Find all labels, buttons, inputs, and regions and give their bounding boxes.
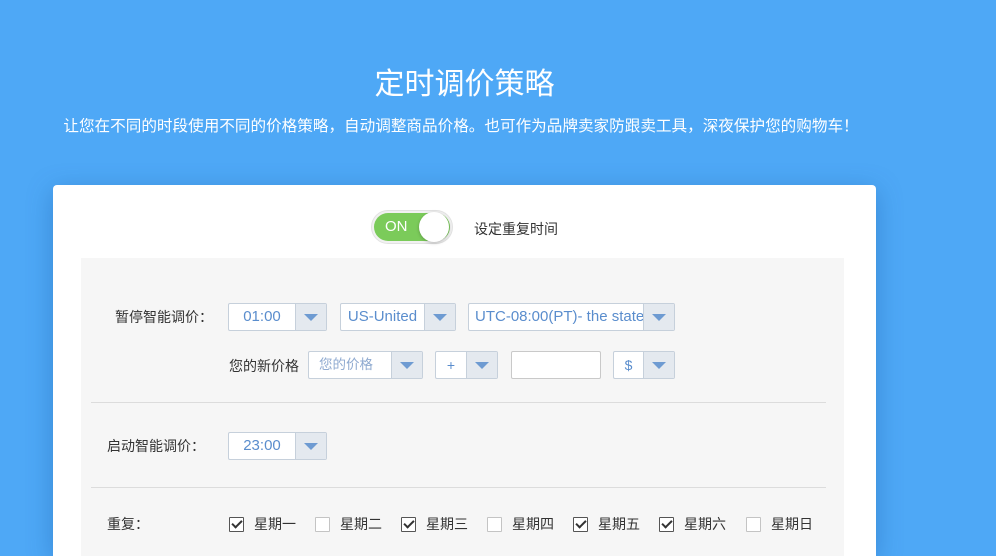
chevron-down-icon: [643, 304, 674, 330]
chevron-down-icon: [391, 352, 422, 378]
checkbox[interactable]: [573, 516, 588, 532]
repeat-label: 重复：: [107, 516, 149, 532]
repeat-day-wednesday[interactable]: 星期三: [401, 514, 468, 534]
settings-card: ON 设定重复时间 暂停智能调价： 01:00 US-United UTC-08…: [53, 185, 876, 556]
schedule-panel: 暂停智能调价： 01:00 US-United UTC-08:00(PT)- t…: [81, 258, 844, 556]
divider: [91, 487, 826, 488]
repeat-day-saturday[interactable]: 星期六: [659, 514, 726, 534]
chevron-down-icon: [295, 433, 326, 459]
operator-select[interactable]: +: [435, 351, 498, 379]
checkmark-icon: [661, 516, 673, 529]
chevron-down-icon: [424, 304, 455, 330]
day-label: 星期六: [684, 516, 726, 532]
page-title: 定时调价策略: [374, 68, 555, 101]
checkbox[interactable]: [315, 516, 330, 532]
repeat-time-label: 设定重复时间: [474, 221, 558, 237]
pause-time-select[interactable]: 01:00: [228, 303, 327, 331]
country-value: US-United: [347, 308, 418, 325]
currency-value: $: [624, 357, 633, 373]
checkbox[interactable]: [487, 516, 502, 532]
toggle-knob: [419, 212, 449, 242]
start-time-value: 23:00: [243, 437, 281, 454]
divider: [91, 402, 826, 403]
pause-time-value: 01:00: [243, 308, 281, 325]
repeat-day-thursday[interactable]: 星期四: [487, 514, 554, 534]
repeat-day-friday[interactable]: 星期五: [573, 514, 640, 534]
toggle-state-text: ON: [385, 218, 408, 235]
operator-value: +: [446, 357, 456, 373]
start-time-select[interactable]: 23:00: [228, 432, 327, 460]
checkmark-icon: [231, 516, 243, 529]
repeat-day-monday[interactable]: 星期一: [229, 514, 296, 534]
day-label: 星期日: [771, 516, 813, 532]
checkbox[interactable]: [229, 516, 244, 532]
price-amount-input[interactable]: [511, 351, 601, 379]
chevron-down-icon: [643, 352, 674, 378]
pause-label: 暂停智能调价：: [115, 309, 213, 325]
base-price-placeholder: 您的价格: [319, 357, 373, 372]
checkmark-icon: [575, 516, 587, 529]
repeat-time-toggle[interactable]: ON: [371, 210, 453, 244]
repeat-day-tuesday[interactable]: 星期二: [315, 514, 382, 534]
day-label: 星期二: [340, 516, 382, 532]
checkbox[interactable]: [401, 516, 416, 532]
checkbox[interactable]: [746, 516, 761, 532]
country-select[interactable]: US-United: [340, 303, 456, 331]
day-label: 星期一: [254, 516, 296, 532]
chevron-down-icon: [466, 352, 497, 378]
checkmark-icon: [403, 516, 415, 529]
chevron-down-icon: [295, 304, 326, 330]
day-label: 星期五: [598, 516, 640, 532]
timezone-value: UTC-08:00(PT)- the states: [475, 308, 643, 325]
start-label: 启动智能调价：: [107, 438, 205, 454]
timezone-select[interactable]: UTC-08:00(PT)- the states: [468, 303, 675, 331]
checkbox[interactable]: [659, 516, 674, 532]
day-label: 星期四: [512, 516, 554, 532]
new-price-label: 您的新价格: [229, 358, 299, 374]
base-price-select[interactable]: 您的价格: [308, 351, 423, 379]
day-label: 星期三: [426, 516, 468, 532]
repeat-day-sunday[interactable]: 星期日: [746, 514, 813, 534]
page-subtitle: 让您在不同的时段使用不同的价格策略，自动调整商品价格。也可作为品牌卖家防跟卖工具…: [63, 118, 859, 135]
currency-select[interactable]: $: [613, 351, 675, 379]
